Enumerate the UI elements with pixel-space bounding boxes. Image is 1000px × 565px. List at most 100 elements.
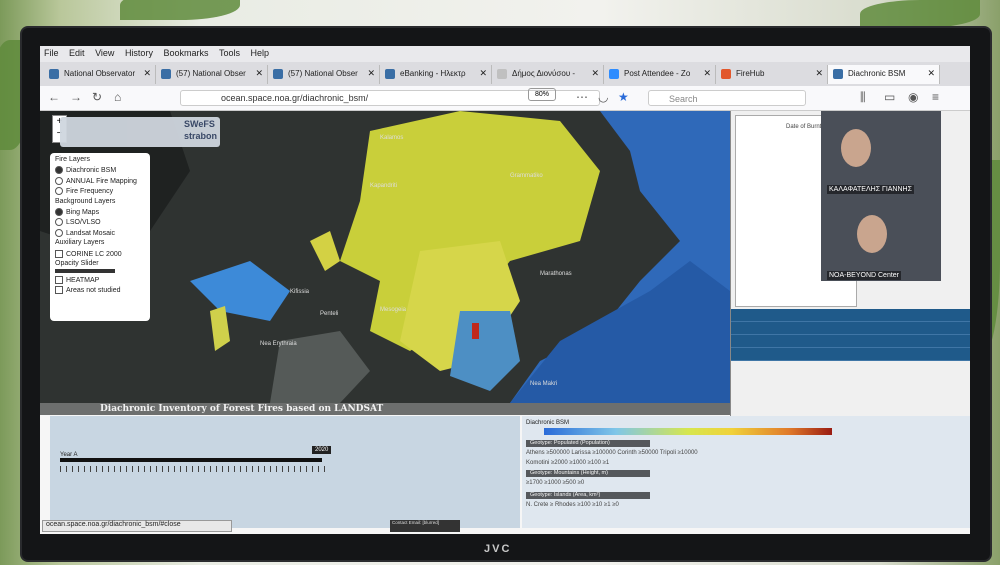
layer-option[interactable]: HEATMAP (55, 275, 145, 286)
checkbox-icon[interactable] (55, 249, 63, 258)
title-bar: Diachronic Inventory of Forest Fires bas… (40, 403, 730, 415)
menu-edit[interactable]: Edit (65, 46, 89, 60)
tab[interactable]: FireHub ✕ (716, 65, 828, 84)
participant-1-name: ΚΑΛΑΦΑΤΕΛΗΣ ΓΙΑΝΝΗΣ (827, 185, 914, 194)
browser-menubar: File Edit View History Bookmarks Tools H… (40, 46, 970, 62)
tab-favicon-icon (161, 69, 171, 79)
home-icon[interactable]: ⌂ (114, 90, 121, 104)
logo-strabon: strabon (184, 131, 218, 141)
tab[interactable]: Δήμος Διονύσου - ✕ (492, 65, 604, 84)
close-icon[interactable]: ✕ (927, 68, 935, 79)
radio-icon[interactable] (55, 218, 63, 227)
map-view[interactable]: +− SWeFS strabon Fire Layers Diachronic … (40, 111, 730, 403)
legend-row: ≥1700 ≥1000 ≥500 ≥0 (526, 480, 585, 486)
participant-2-name: NOA-BEYOND Center (827, 271, 902, 280)
layer-option[interactable]: Landsat Mosaic (55, 228, 145, 239)
tab[interactable]: National Observator ✕ (44, 65, 156, 84)
category-header: Geotype: Populated (Population) (526, 440, 650, 447)
place-label: Kapandriti (370, 183, 398, 189)
bookmark-star-icon[interactable]: ★ (618, 90, 629, 104)
slider-track[interactable] (55, 268, 115, 273)
tab-active[interactable]: Diachronic BSM ✕ (828, 65, 940, 84)
table-row (731, 334, 970, 348)
layer-option[interactable]: Fire Frequency (55, 187, 145, 197)
sidebar-icon[interactable]: ▭ (884, 90, 895, 104)
layer-option[interactable]: CORINE LC 2000 (55, 249, 145, 260)
place-label: Penteli (320, 311, 339, 317)
tab[interactable]: (57) National Obser ✕ (156, 65, 268, 84)
video-call-overlay[interactable] (821, 111, 941, 281)
menu-history[interactable]: History (121, 46, 157, 60)
place-label: Nea Erythraia (260, 341, 297, 347)
close-icon[interactable]: ✕ (703, 68, 711, 79)
tab-favicon-icon (833, 69, 843, 79)
legend-row: N. Crete ≥ Rhodes ≥100 ≥10 ≥1 ≥0 (526, 502, 619, 508)
statistics-table (731, 309, 970, 361)
close-icon[interactable]: ✕ (591, 68, 599, 79)
back-icon[interactable]: ← (48, 90, 60, 104)
more-icon[interactable]: ⋯ (576, 90, 588, 104)
menu-file[interactable]: File (40, 46, 63, 60)
checkbox-icon[interactable] (55, 275, 63, 284)
layer-option[interactable]: ANNUAL Fire Mapping (55, 176, 145, 187)
menu-tools[interactable]: Tools (215, 46, 244, 60)
radio-checked-icon[interactable] (55, 207, 63, 216)
right-panel: Date of Burnt Ar ΚΑΛΑΦΑΤΕΛΗΣ ΓΙΑΝΝΗΣ NOA… (730, 111, 970, 421)
pocket-icon[interactable]: ◡ (598, 90, 608, 104)
checkbox-icon[interactable] (55, 286, 63, 295)
bsm-title: Diachronic BSM (526, 420, 570, 426)
tab[interactable]: eBanking - Ηλεκτρ ✕ (380, 65, 492, 84)
place-label: Kalamos (380, 135, 404, 141)
page-title: Diachronic Inventory of Forest Fires bas… (100, 404, 384, 414)
legend-row: Komotini ≥2000 ≥1000 ≥100 ≥1 (526, 460, 610, 466)
forward-icon[interactable]: → (70, 90, 82, 104)
close-icon[interactable]: ✕ (815, 68, 823, 79)
menu-icon[interactable]: ≡ (932, 90, 939, 104)
status-url: ocean.space.noa.gr/diachronic_bsm/#close (42, 520, 232, 532)
tab-favicon-icon (497, 69, 507, 79)
tab-strip: National Observator ✕ (57) National Obser… (40, 62, 970, 86)
reload-icon[interactable]: ↻ (92, 90, 102, 104)
section-header: Fire Layers (55, 156, 91, 163)
year-slider[interactable] (60, 458, 322, 462)
radio-icon[interactable] (55, 176, 63, 185)
logo-swefs: SWeFS (184, 119, 215, 129)
place-label: Marathonas (540, 271, 572, 277)
close-icon[interactable]: ✕ (143, 68, 151, 79)
close-icon[interactable]: ✕ (479, 68, 487, 79)
radio-icon[interactable] (55, 228, 63, 237)
menu-bookmarks[interactable]: Bookmarks (159, 46, 212, 60)
year-ticks (60, 466, 330, 472)
close-icon[interactable]: ✕ (367, 68, 375, 79)
radio-checked-icon[interactable] (55, 166, 63, 175)
layer-option[interactable]: LSO/VLSO (55, 218, 145, 228)
opacity-slider[interactable]: Opacity Slider (55, 260, 145, 276)
library-icon[interactable]: ⫼ (860, 90, 866, 105)
table-row (731, 309, 970, 322)
layers-panel: Fire Layers Diachronic BSM ANNUAL Fire M… (50, 153, 150, 321)
tab[interactable]: Post Attendee - Zo ✕ (604, 65, 716, 84)
participant-2-face (857, 215, 887, 253)
monitor-brand: JVC (484, 543, 512, 555)
screen: File Edit View History Bookmarks Tools H… (40, 46, 970, 534)
close-icon[interactable]: ✕ (255, 68, 263, 79)
layer-option[interactable]: Diachronic BSM (55, 166, 145, 176)
zoom-level[interactable]: 80% (528, 88, 556, 101)
menu-help[interactable]: Help (247, 46, 274, 60)
layer-option[interactable]: Areas not studied (55, 286, 145, 296)
url-text: ocean.space.noa.gr/diachronic_bsm/ (221, 93, 369, 103)
plant-leaf (860, 0, 980, 28)
legend-row: Athens ≥500000 Larissa ≥100000 Corinth ≥… (526, 450, 698, 456)
table-row (731, 347, 970, 361)
category-header: Geotype: Islands (Area, km²) (526, 492, 650, 499)
tab[interactable]: (57) National Obser ✕ (268, 65, 380, 84)
menu-view[interactable]: View (91, 46, 118, 60)
account-icon[interactable]: ◉ (908, 90, 918, 104)
radio-icon[interactable] (55, 187, 63, 196)
search-input[interactable]: Search (648, 90, 806, 106)
bsm-legend: Diachronic BSM Geotype: Populated (Popul… (522, 416, 970, 528)
tab-favicon-icon (273, 69, 283, 79)
year-value: 2020 (312, 446, 332, 454)
contact-email: Contact Email: [blurred] (390, 520, 460, 532)
layer-option[interactable]: Bing Maps (55, 207, 145, 218)
